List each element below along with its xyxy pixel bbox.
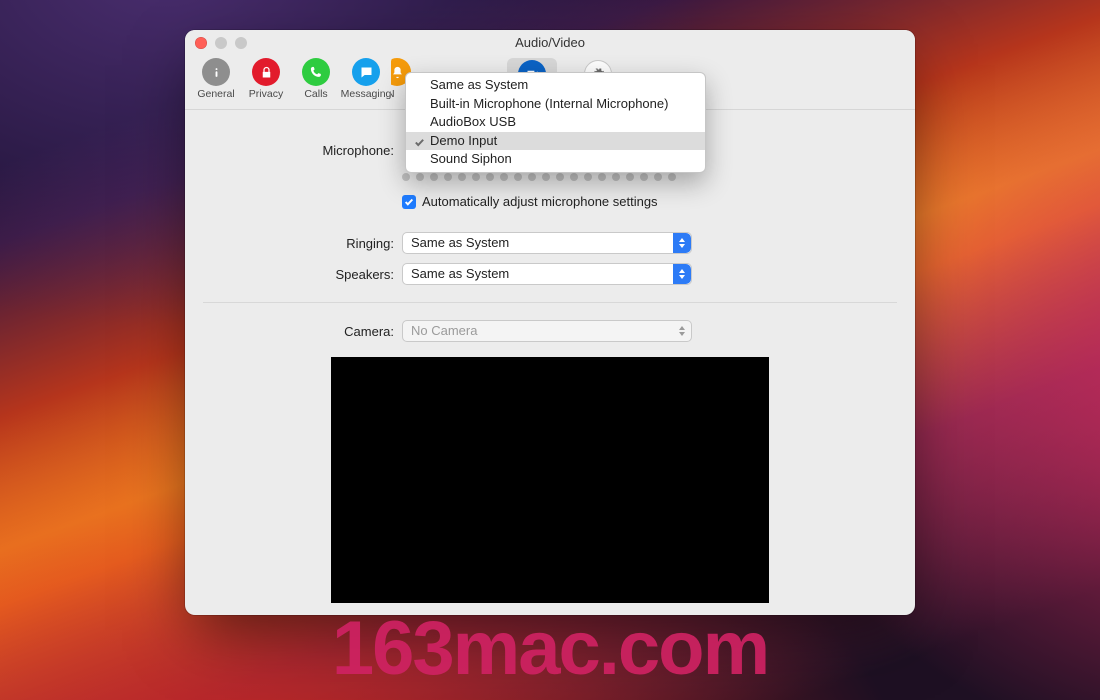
lock-icon [252, 58, 280, 86]
ringing-select[interactable]: Same as System [402, 232, 692, 254]
stepper-icon [673, 264, 691, 284]
microphone-option-label: Sound Siphon [430, 151, 512, 166]
stepper-icon [673, 321, 691, 341]
tab-messaging-label: Messaging [341, 88, 392, 100]
auto-adjust-mic-checkbox[interactable]: Automatically adjust microphone settings [402, 194, 658, 209]
auto-adjust-mic-label: Automatically adjust microphone settings [422, 194, 658, 209]
tab-general-label: General [197, 88, 234, 100]
microphone-option[interactable]: Demo Input [406, 132, 705, 151]
chat-icon [352, 58, 380, 86]
window-title: Audio/Video [185, 30, 915, 56]
preferences-content: Microphone: Automatically [185, 110, 915, 615]
microphone-dropdown[interactable]: Same as System Built-in Microphone (Inter… [405, 72, 706, 173]
divider [203, 302, 897, 303]
traffic-lights [195, 37, 247, 49]
watermark: 163mac.com [332, 605, 768, 692]
camera-label: Camera: [207, 324, 402, 339]
microphone-option-label: Same as System [430, 77, 528, 92]
close-icon[interactable] [195, 37, 207, 49]
checkmark-icon [414, 135, 425, 146]
minimize-icon[interactable] [215, 37, 227, 49]
microphone-option[interactable]: AudioBox USB [406, 113, 705, 132]
speakers-select[interactable]: Same as System [402, 263, 692, 285]
speakers-label: Speakers: [207, 267, 402, 282]
info-icon [202, 58, 230, 86]
tab-calls-label: Calls [304, 88, 327, 100]
microphone-label: Microphone: [207, 143, 402, 158]
microphone-option-label: AudioBox USB [430, 114, 516, 129]
tab-messaging[interactable]: Messaging [341, 56, 391, 100]
tab-calls[interactable]: Calls [291, 56, 341, 100]
microphone-option[interactable]: Built-in Microphone (Internal Microphone… [406, 95, 705, 114]
tab-notifications-label: N [391, 88, 395, 100]
speakers-select-value: Same as System [411, 266, 509, 281]
phone-icon [302, 58, 330, 86]
microphone-option-label: Built-in Microphone (Internal Microphone… [430, 96, 668, 111]
ringing-select-value: Same as System [411, 235, 509, 250]
titlebar: Audio/Video [185, 30, 915, 56]
microphone-option[interactable]: Same as System [406, 76, 705, 95]
camera-preview [331, 357, 769, 603]
microphone-option[interactable]: Sound Siphon [406, 150, 705, 169]
camera-select[interactable]: No Camera [402, 320, 692, 342]
microphone-option-label: Demo Input [430, 133, 497, 148]
camera-select-value: No Camera [411, 323, 477, 338]
checkbox-checked-icon [402, 195, 416, 209]
stepper-icon [673, 233, 691, 253]
tab-privacy-label: Privacy [249, 88, 283, 100]
ringing-label: Ringing: [207, 236, 402, 251]
tab-privacy[interactable]: Privacy [241, 56, 291, 100]
tab-general[interactable]: General [191, 56, 241, 100]
zoom-icon[interactable] [235, 37, 247, 49]
